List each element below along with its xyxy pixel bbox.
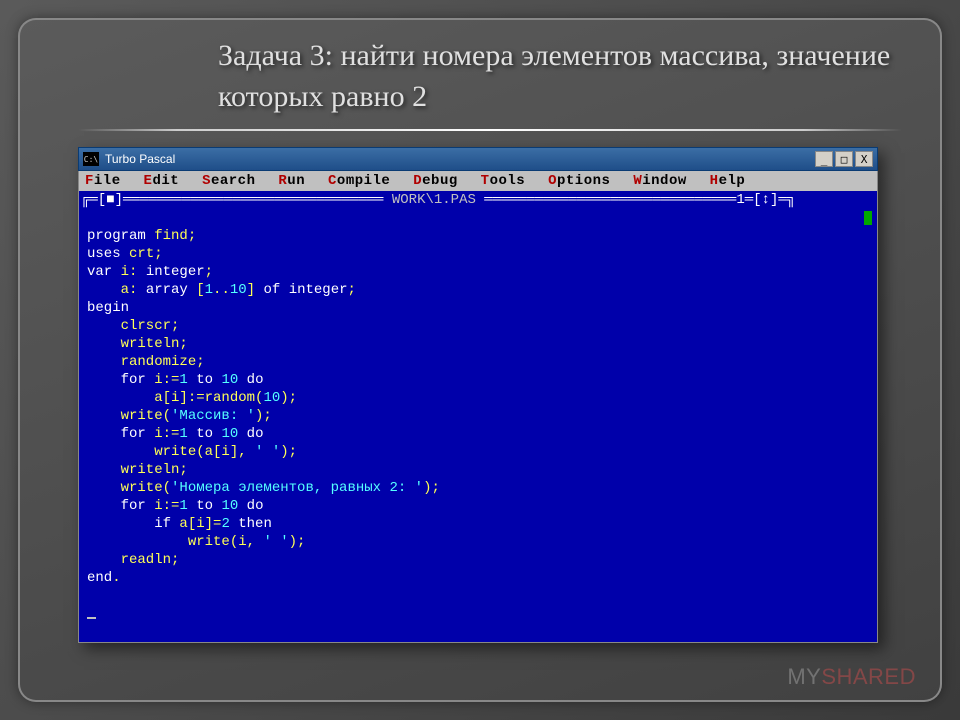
menu-tools[interactable]: Tools	[481, 173, 526, 189]
menubar: File Edit Search Run Compile Debug Tools…	[78, 171, 878, 191]
maximize-button[interactable]: □	[835, 151, 853, 167]
close-button[interactable]: X	[855, 151, 873, 167]
menu-compile[interactable]: Compile	[328, 173, 390, 189]
turbo-pascal-window: C:\ Turbo Pascal _ □ X File Edit Search …	[78, 147, 878, 643]
minimize-button[interactable]: _	[815, 151, 833, 167]
slide-title: Задача 3: найти номера элементов массива…	[18, 18, 942, 125]
menu-debug[interactable]: Debug	[413, 173, 458, 189]
menu-edit[interactable]: Edit	[144, 173, 180, 189]
titlebar[interactable]: C:\ Turbo Pascal _ □ X	[78, 147, 878, 171]
window-title: Turbo Pascal	[105, 152, 815, 166]
editor-frame-top: ╔═[■]═══════════════════════════════ WOR…	[81, 191, 875, 209]
menu-file[interactable]: File	[85, 173, 121, 189]
scroll-marker-icon	[864, 211, 872, 225]
menu-search[interactable]: Search	[202, 173, 255, 189]
menu-help[interactable]: Help	[710, 173, 746, 189]
code-area[interactable]: program find; uses crt; var i: integer; …	[81, 209, 875, 641]
menu-run[interactable]: Run	[278, 173, 305, 189]
slide-frame: Задача 3: найти номера элементов массива…	[18, 18, 942, 702]
text-cursor	[87, 617, 96, 619]
title-underline	[78, 129, 902, 131]
menu-window[interactable]: Window	[633, 173, 686, 189]
cmd-icon: C:\	[83, 152, 99, 166]
watermark: MYSHARED	[787, 664, 916, 690]
editor-area[interactable]: ╔═[■]═══════════════════════════════ WOR…	[78, 191, 878, 643]
menu-options[interactable]: Options	[548, 173, 610, 189]
